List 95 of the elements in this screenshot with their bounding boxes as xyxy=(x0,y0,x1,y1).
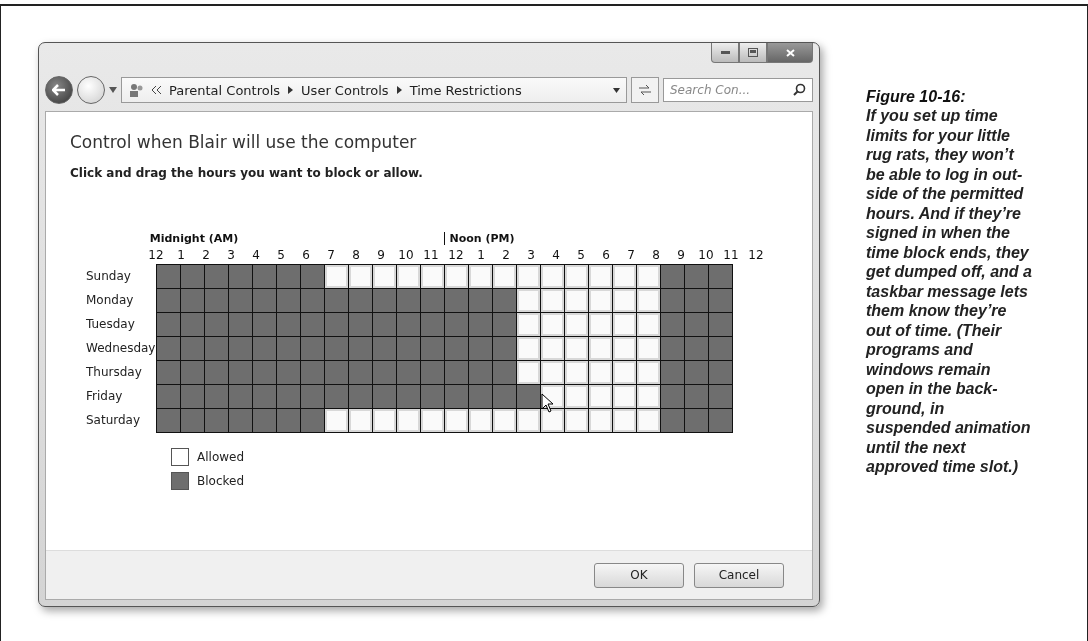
hour-label: 6 xyxy=(601,248,611,264)
arrow-left-icon xyxy=(52,84,66,96)
forward-button[interactable] xyxy=(77,76,105,104)
hour-label: 7 xyxy=(326,248,336,264)
hour-cell[interactable] xyxy=(372,408,397,433)
hour-label: 12 xyxy=(447,248,465,264)
maximize-button[interactable] xyxy=(739,43,767,63)
day-label: Sunday xyxy=(86,269,132,283)
hour-label: 11 xyxy=(422,248,440,264)
day-label: Monday xyxy=(86,293,135,307)
search-field[interactable]: Search Con... xyxy=(663,78,813,102)
triangle-right-icon xyxy=(396,86,402,94)
hour-label: 4 xyxy=(551,248,561,264)
close-icon xyxy=(785,48,795,57)
dialog-button[interactable]: OK xyxy=(594,562,684,588)
legend-label: Blocked xyxy=(197,474,245,488)
minimize-icon xyxy=(720,51,730,54)
hour-cell[interactable] xyxy=(684,408,709,433)
am-label: Midnight (AM) xyxy=(149,232,239,245)
search-icon xyxy=(793,83,806,96)
hour-cell[interactable] xyxy=(660,408,685,433)
hour-label: 1 xyxy=(176,248,186,264)
minimize-button[interactable] xyxy=(711,43,739,63)
hour-cell[interactable] xyxy=(324,408,349,433)
hour-cell[interactable] xyxy=(708,336,733,361)
hour-label: 6 xyxy=(301,248,311,264)
address-bar[interactable]: Parental Controls User Controls Time Restrictions xyxy=(121,77,627,103)
hour-label: 3 xyxy=(526,248,536,264)
close-button[interactable] xyxy=(767,43,813,63)
hour-cell[interactable] xyxy=(516,408,541,433)
hour-cell[interactable] xyxy=(708,288,733,313)
hour-cell[interactable] xyxy=(708,360,733,385)
hour-cell[interactable] xyxy=(492,408,517,433)
hour-cell[interactable] xyxy=(708,408,733,433)
hour-label: 12 xyxy=(747,248,765,264)
hour-label: 9 xyxy=(676,248,686,264)
hour-label: 10 xyxy=(697,248,715,264)
hour-cell[interactable] xyxy=(708,312,733,337)
hour-cell[interactable] xyxy=(300,408,325,433)
hour-label: 12 xyxy=(147,248,165,264)
hour-label: 11 xyxy=(722,248,740,264)
hour-label: 5 xyxy=(276,248,286,264)
hour-cell[interactable] xyxy=(252,408,277,433)
hour-cell[interactable] xyxy=(468,408,493,433)
maximize-icon xyxy=(748,48,758,57)
hour-label: 3 xyxy=(226,248,236,264)
day-label: Friday xyxy=(86,389,124,403)
day-label: Tuesday xyxy=(86,317,136,331)
day-label: Thursday xyxy=(86,365,143,379)
hour-label: 5 xyxy=(576,248,586,264)
hour-cell[interactable] xyxy=(228,408,253,433)
breadcrumb-item[interactable]: Parental Controls xyxy=(169,82,281,98)
hour-cell[interactable] xyxy=(420,408,445,433)
hour-cell[interactable] xyxy=(444,408,469,433)
hour-label: 2 xyxy=(501,248,511,264)
pm-label: Noon (PM) xyxy=(443,232,515,245)
users-icon xyxy=(128,82,144,98)
hour-label: 7 xyxy=(626,248,636,264)
figure-title: Figure 10-16: xyxy=(866,88,967,106)
hour-label: 8 xyxy=(351,248,361,264)
hour-label: 9 xyxy=(376,248,386,264)
chevrons-icon xyxy=(152,86,161,94)
hour-cell[interactable] xyxy=(708,384,733,409)
figure-caption: If you set up time limits for your little rug rats, they won’t be able to log in out-side of the permitted hours. And if they’re signed in when the time block ends, they get dumped off, and a taskbar message lets them know they’re out of time. (Their programs and windows remain open in the back-ground, in suspended animation until the next approved time slot.) xyxy=(866,106,1032,477)
hour-label: 8 xyxy=(651,248,661,264)
hour-cell[interactable] xyxy=(204,408,229,433)
hour-cell[interactable] xyxy=(396,408,421,433)
day-label: Wednesday xyxy=(86,341,156,355)
arrows-icon xyxy=(638,84,652,96)
hour-cell[interactable] xyxy=(156,408,181,433)
cursor-arrow-icon xyxy=(541,393,555,413)
day-label: Saturday xyxy=(86,413,142,427)
back-button[interactable] xyxy=(45,76,73,104)
dialog-button[interactable]: Cancel xyxy=(694,562,784,588)
refresh-button[interactable] xyxy=(631,77,659,103)
breadcrumb-item[interactable]: User Controls xyxy=(301,82,389,98)
dropdown-arrow-icon[interactable] xyxy=(613,87,620,93)
triangle-right-icon xyxy=(288,86,294,94)
breadcrumb-item[interactable]: Time Restrictions xyxy=(409,82,522,98)
dropdown-arrow-icon[interactable] xyxy=(109,87,117,93)
hour-cell[interactable] xyxy=(348,408,373,433)
hour-label: 10 xyxy=(397,248,415,264)
hour-cell[interactable] xyxy=(612,408,637,433)
hour-cell[interactable] xyxy=(708,264,733,289)
hour-cell[interactable] xyxy=(636,408,661,433)
hour-cell[interactable] xyxy=(180,408,205,433)
hour-label: 2 xyxy=(201,248,211,264)
instruction-text: Click and drag the hours you want to block or allow. xyxy=(70,166,424,180)
hour-label: 1 xyxy=(476,248,486,264)
hour-cell[interactable] xyxy=(276,408,301,433)
hour-label: 4 xyxy=(251,248,261,264)
hour-cell[interactable] xyxy=(588,408,613,433)
hour-cell[interactable] xyxy=(564,408,589,433)
page-heading: Control when Blair will use the computer xyxy=(70,132,418,152)
legend-label: Allowed xyxy=(197,450,245,464)
